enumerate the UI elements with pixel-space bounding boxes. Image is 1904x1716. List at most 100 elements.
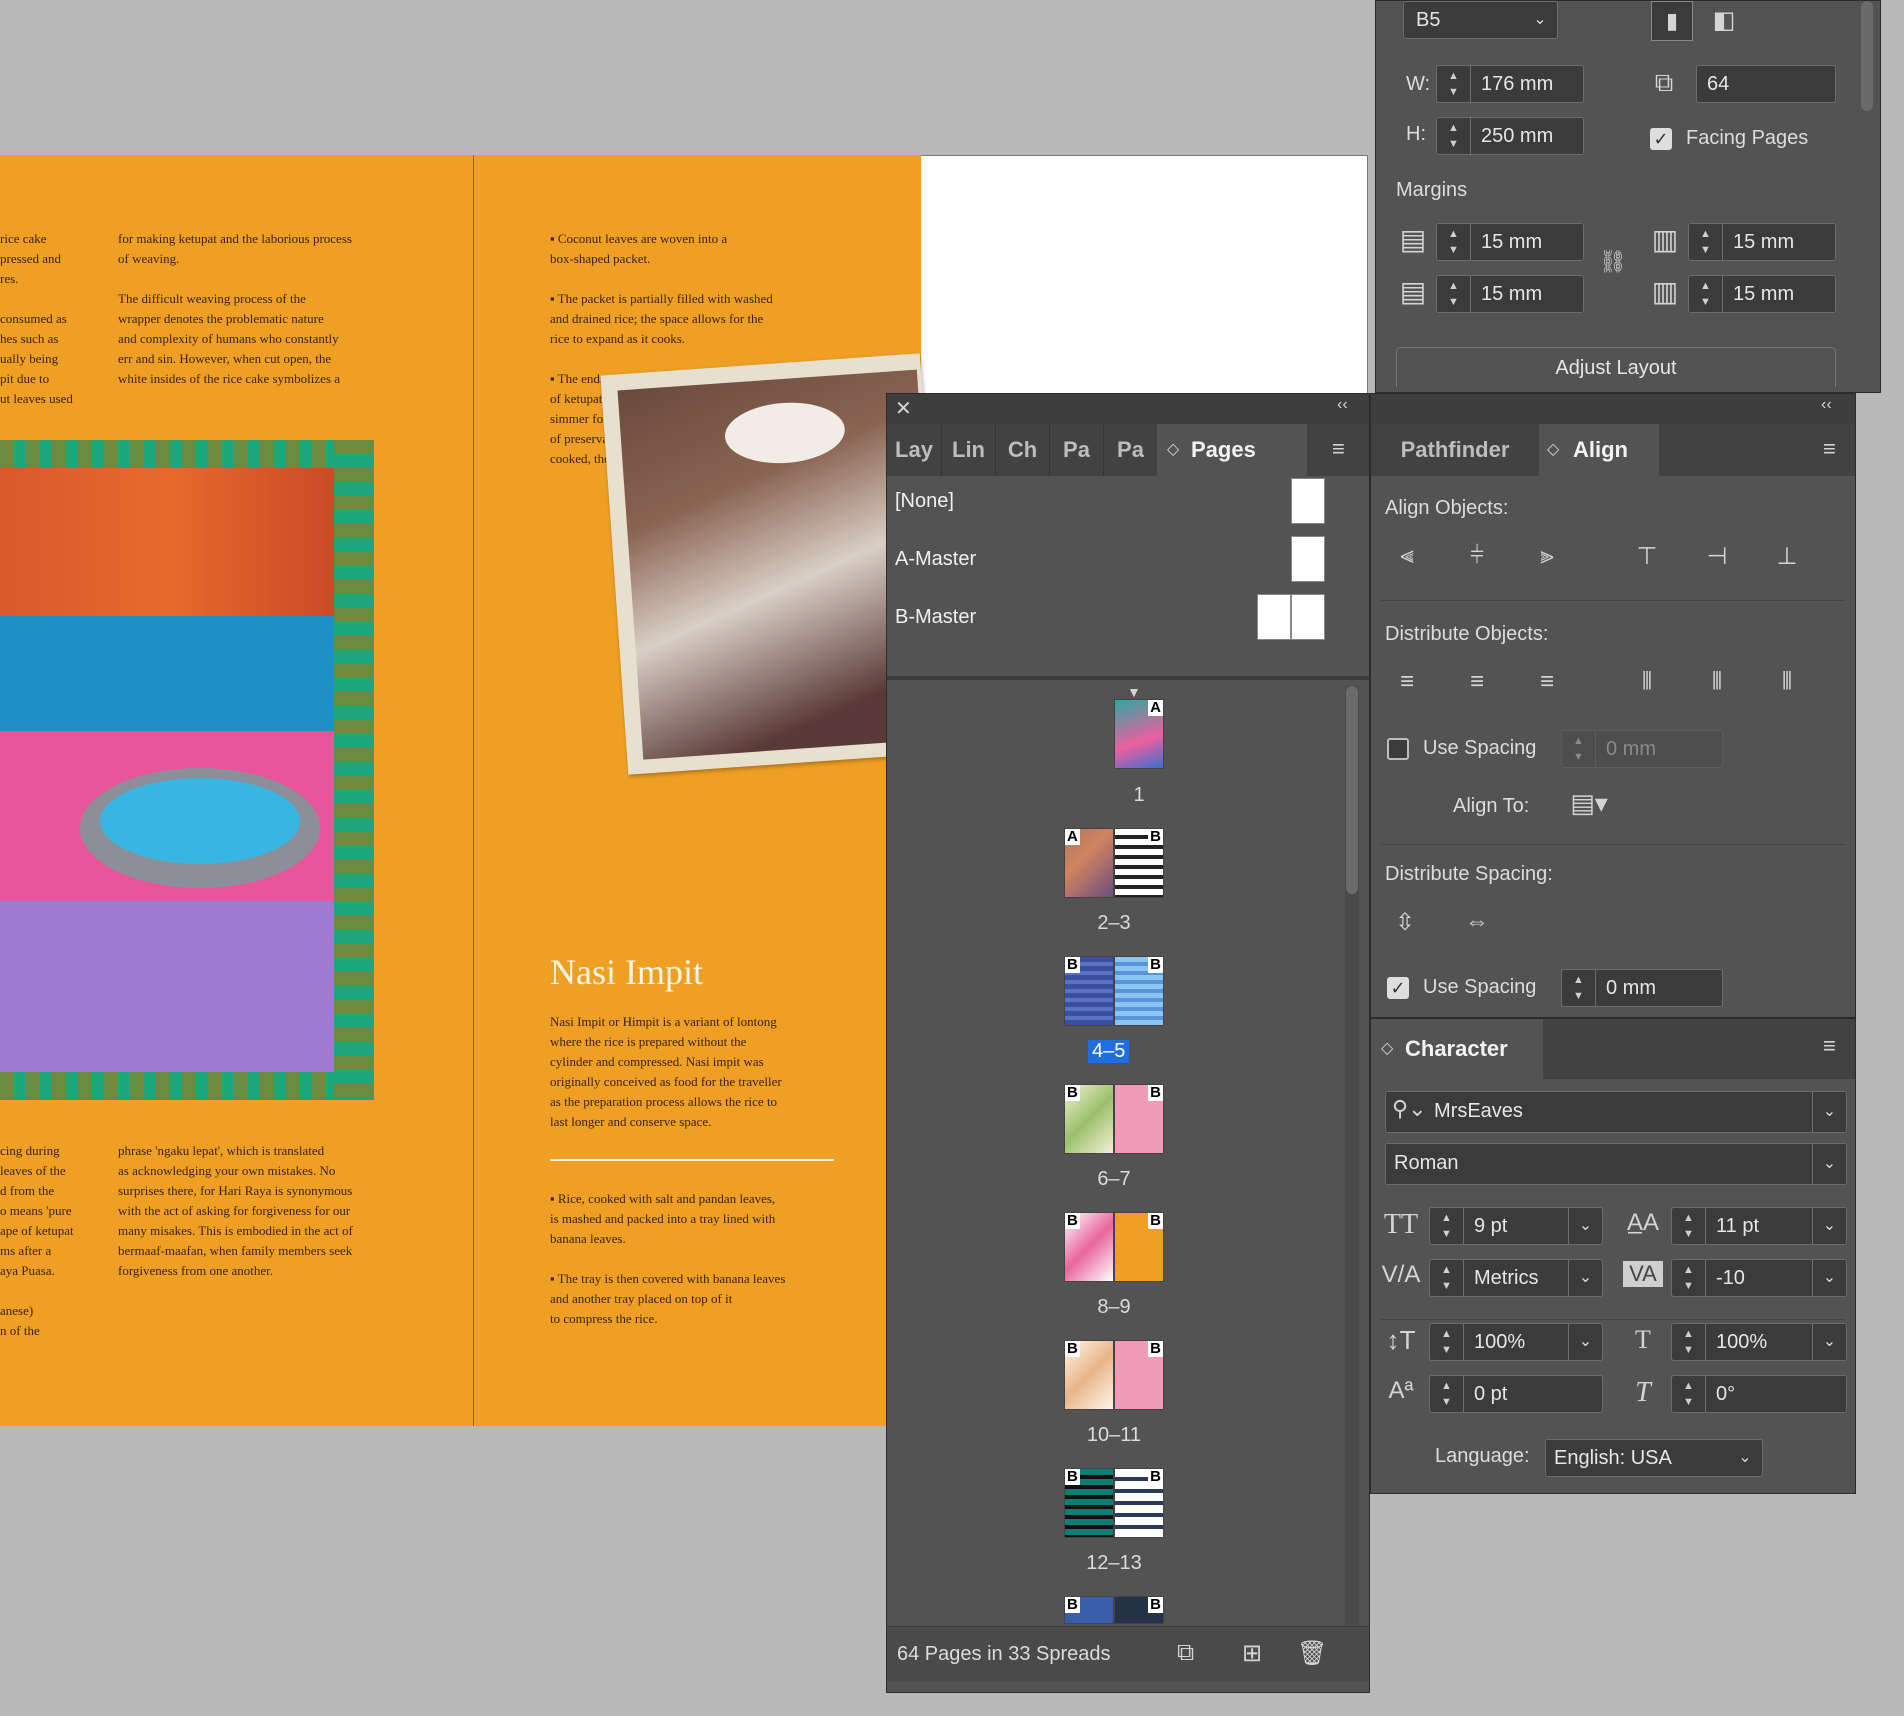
master-a[interactable]: A-Master: [887, 534, 1362, 590]
distribute-vertical-space-icon[interactable]: ⇳: [1387, 908, 1423, 937]
leading-stepper[interactable]: ▲ ▼: [1672, 1208, 1706, 1244]
align-left-edges-icon[interactable]: ⫷: [1389, 542, 1425, 570]
text-frame-nasi-impit-intro[interactable]: Nasi Impit or Himpit is a variant of lon…: [550, 1012, 850, 1132]
width-stepper[interactable]: ▲ ▼: [1437, 66, 1471, 102]
width-field[interactable]: ▲ ▼ 176 mm: [1436, 65, 1584, 103]
spread-5-thumb[interactable]: B: [1114, 956, 1164, 1026]
number-of-pages-field[interactable]: 64: [1696, 65, 1836, 103]
spread-12-thumb[interactable]: B: [1064, 1468, 1114, 1538]
distribute-vertical-centers-icon[interactable]: ≡: [1459, 668, 1495, 696]
vertical-scale-stepper[interactable]: ▲ ▼: [1430, 1324, 1464, 1360]
spread-8-9-label[interactable]: 8–9: [1064, 1296, 1164, 1319]
chevron-down-icon[interactable]: ⌄: [1568, 1260, 1602, 1296]
distribute-left-edges-icon[interactable]: ⦀: [1629, 668, 1665, 696]
tab-pathfinder[interactable]: Pathfinder: [1371, 424, 1539, 476]
tab-character-styles[interactable]: Ch: [995, 424, 1049, 476]
chevron-down-icon[interactable]: ⌄: [1812, 1092, 1846, 1132]
margin-top-stepper[interactable]: ▲ ▼: [1437, 224, 1471, 260]
align-top-edges-icon[interactable]: ⊤: [1629, 542, 1665, 571]
font-size-stepper[interactable]: ▲ ▼: [1430, 1208, 1464, 1244]
margin-inside-field[interactable]: ▲ ▼ 15 mm: [1688, 223, 1836, 261]
collapse-icon[interactable]: ‹‹: [1821, 396, 1832, 414]
distribute-right-edges-icon[interactable]: ⦀: [1769, 668, 1805, 696]
spread-4-thumb[interactable]: B: [1064, 956, 1114, 1026]
tab-pages[interactable]: ◇ Pages: [1157, 424, 1307, 476]
panel-menu-icon[interactable]: ≡: [1823, 436, 1836, 462]
link-broken-icon[interactable]: ⛓: [1598, 249, 1628, 283]
baseline-shift-field[interactable]: ▲ ▼ 0 pt: [1429, 1375, 1603, 1413]
chevron-down-icon[interactable]: ⌄: [1812, 1260, 1846, 1296]
panel-menu-icon[interactable]: ≡: [1332, 436, 1345, 462]
kerning-field[interactable]: ▲ ▼ Metrics ⌄: [1429, 1259, 1603, 1297]
spread-6-7-label[interactable]: 6–7: [1064, 1168, 1164, 1191]
new-page-icon[interactable]: ⊞: [1242, 1639, 1262, 1668]
height-field[interactable]: ▲ ▼ 250 mm: [1436, 117, 1584, 155]
margin-top-field[interactable]: ▲ ▼ 15 mm: [1436, 223, 1584, 261]
distribute-top-edges-icon[interactable]: ≡: [1389, 668, 1425, 696]
align-to-selection-icon[interactable]: ▤▾: [1567, 788, 1611, 819]
spread-2-3-label[interactable]: 2–3: [1064, 912, 1164, 935]
align-vertical-centers-icon[interactable]: ⊣: [1699, 542, 1735, 571]
spread-3-thumb[interactable]: B: [1114, 828, 1164, 898]
page-4[interactable]: rice cake pressed and res. consumed as h…: [0, 155, 474, 1426]
master-b[interactable]: B-Master: [887, 592, 1362, 648]
font-size-field[interactable]: ▲ ▼ 9 pt ⌄: [1429, 1207, 1603, 1245]
use-spacing-checkbox-2[interactable]: ✓: [1387, 977, 1409, 999]
chevron-down-icon[interactable]: ⌄: [1568, 1324, 1602, 1360]
text-frame-left-col2[interactable]: for making ketupat and the laborious pro…: [118, 229, 418, 389]
collapse-icon[interactable]: ‹‹: [1337, 396, 1348, 414]
master-none[interactable]: [None]: [887, 476, 1362, 532]
text-frame-left-bottom1[interactable]: cing during leaves of the d from the o m…: [0, 1141, 110, 1341]
tab-links[interactable]: Lin: [941, 424, 995, 476]
edit-page-size-icon[interactable]: ⧉: [1177, 1639, 1194, 1667]
spread-1-label[interactable]: 1: [1089, 784, 1189, 807]
page-5[interactable]: ▪ Coconut leaves are woven into a box-sh…: [474, 155, 921, 1426]
tab-paragraph[interactable]: Pa: [1049, 424, 1103, 476]
height-stepper[interactable]: ▲ ▼: [1437, 118, 1471, 154]
tab-paragraph-styles[interactable]: Pa: [1103, 424, 1157, 476]
horizontal-scale-stepper[interactable]: ▲ ▼: [1672, 1324, 1706, 1360]
font-style-field[interactable]: Roman ⌄: [1385, 1143, 1847, 1185]
landscape-orientation-icon[interactable]: ◧: [1706, 3, 1742, 39]
masters-divider[interactable]: [887, 676, 1371, 680]
spread-14-thumb[interactable]: B: [1064, 1596, 1114, 1624]
margin-bottom-field[interactable]: ▲ ▼ 15 mm: [1436, 275, 1584, 313]
page-size-select[interactable]: B5 ⌄: [1403, 1, 1558, 39]
distribute-horizontal-centers-icon[interactable]: ⦀: [1699, 668, 1735, 696]
use-spacing-checkbox-1[interactable]: [1387, 738, 1409, 760]
panel-menu-icon[interactable]: ≡: [1823, 1033, 1836, 1059]
chevron-down-icon[interactable]: ⌄: [1568, 1208, 1602, 1244]
spread-8-thumb[interactable]: B: [1064, 1212, 1114, 1282]
align-horizontal-centers-icon[interactable]: ⫩: [1459, 542, 1495, 570]
spread-7-thumb[interactable]: B: [1114, 1084, 1164, 1154]
pages-scrollbar-thumb[interactable]: [1346, 686, 1358, 894]
distribute-bottom-edges-icon[interactable]: ≡: [1529, 668, 1565, 696]
adjust-layout-button[interactable]: Adjust Layout: [1396, 347, 1836, 387]
skew-field[interactable]: ▲ ▼ 0°: [1671, 1375, 1847, 1413]
spread-15-thumb[interactable]: B: [1114, 1596, 1164, 1624]
setup-scrollbar[interactable]: [1861, 1, 1873, 111]
spread-1-thumb[interactable]: A: [1114, 699, 1164, 769]
text-frame-nasi-impit-steps[interactable]: ▪ Rice, cooked with salt and pandan leav…: [550, 1189, 850, 1329]
margin-bottom-stepper[interactable]: ▲ ▼: [1437, 276, 1471, 312]
spread-6-thumb[interactable]: B: [1064, 1084, 1114, 1154]
portrait-orientation-icon[interactable]: ▮: [1651, 1, 1693, 41]
tab-align[interactable]: ◇ Align: [1539, 424, 1659, 476]
kerning-stepper[interactable]: ▲ ▼: [1430, 1260, 1464, 1296]
spacing-field-2[interactable]: ▲ ▼ 0 mm: [1561, 969, 1723, 1007]
chevron-down-icon[interactable]: ⌄: [1812, 1208, 1846, 1244]
spacing-field-1-disabled[interactable]: ▲ ▼ 0 mm: [1561, 730, 1723, 768]
spread-12-13-label[interactable]: 12–13: [1064, 1552, 1164, 1575]
skew-stepper[interactable]: ▲ ▼: [1672, 1376, 1706, 1412]
distribute-horizontal-space-icon[interactable]: ⇔: [1459, 908, 1495, 936]
spread-10-thumb[interactable]: B: [1064, 1340, 1114, 1410]
tab-layers[interactable]: Lay: [887, 424, 941, 476]
language-select[interactable]: English: USA ⌄: [1545, 1439, 1763, 1477]
close-icon[interactable]: ✕: [895, 396, 912, 421]
vertical-scale-field[interactable]: ▲ ▼ 100% ⌄: [1429, 1323, 1603, 1361]
spread-4-5-label-selected[interactable]: 4–5: [1088, 1040, 1130, 1063]
tracking-field[interactable]: ▲ ▼ -10 ⌄: [1671, 1259, 1847, 1297]
text-frame-left-bottom2[interactable]: phrase 'ngaku lepat', which is translate…: [118, 1141, 418, 1281]
font-family-field[interactable]: ⚲⌄ MrsEaves ⌄: [1385, 1091, 1847, 1133]
spread-11-thumb[interactable]: B: [1114, 1340, 1164, 1410]
